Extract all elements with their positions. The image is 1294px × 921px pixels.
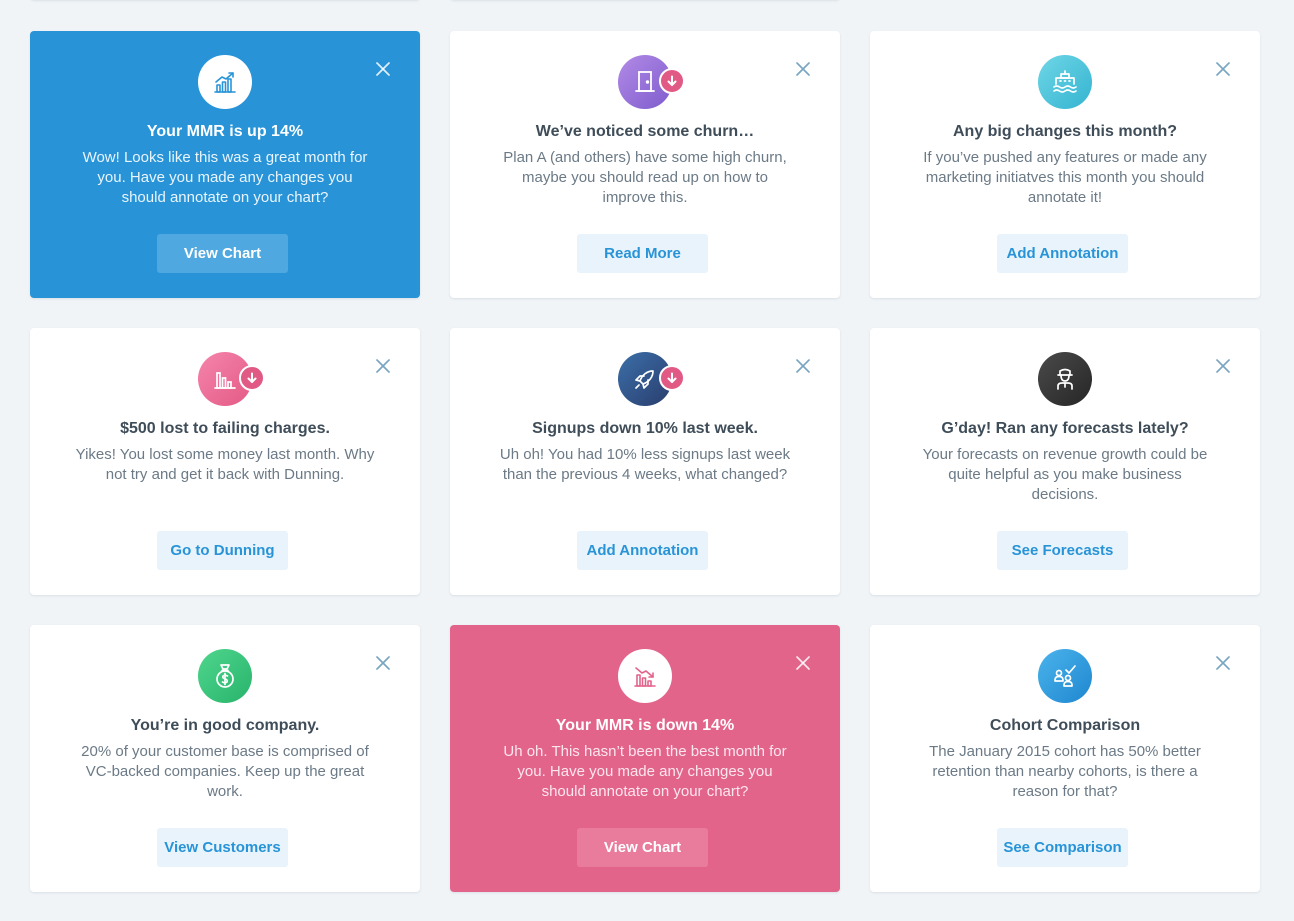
insight-card-forecasts: G’day! Ran any forecasts lately? Your fo… [870, 328, 1260, 595]
arrow-down-icon [659, 68, 685, 94]
card-description: Wow! Looks like this was a great month f… [82, 149, 368, 206]
card-title: Signups down 10% last week. [532, 420, 758, 437]
card-icon [1038, 352, 1092, 406]
view-chart-button[interactable]: View Chart [577, 828, 708, 867]
card-title: Cohort Comparison [989, 717, 1141, 734]
card-description: 20% of your customer base is comprised o… [81, 743, 369, 800]
insight-card-big-changes: Any big changes this month? If you’ve pu… [870, 31, 1260, 298]
card-icon [618, 352, 685, 406]
card-title: $500 lost to failing charges. [120, 420, 330, 437]
card-description: The January 2015 cohort has 50% better r… [929, 743, 1201, 800]
card-icon [198, 649, 252, 703]
card-title: G’day! Ran any forecasts lately? [941, 420, 1189, 437]
card-description: Your forecasts on revenue growth could b… [922, 446, 1208, 503]
arrow-down-icon [239, 365, 265, 391]
close-icon[interactable] [1215, 61, 1231, 77]
close-icon[interactable] [795, 655, 811, 671]
card-description: Uh oh! You had 10% less signups last wee… [499, 446, 791, 483]
card-icon [198, 352, 265, 406]
insight-card-churn: We’ve noticed some churn… Plan A (and ot… [450, 31, 840, 298]
card-title: You’re in good company. [130, 717, 320, 734]
card-title: Your MMR is up 14% [146, 123, 304, 140]
close-icon[interactable] [375, 358, 391, 374]
card-description: Uh oh. This hasn’t been the best month f… [503, 743, 787, 800]
card-title: Any big changes this month? [952, 123, 1177, 140]
card-description: If you’ve pushed any features or made an… [923, 149, 1207, 206]
chart-up-icon [198, 55, 252, 109]
card-title: Your MMR is down 14% [555, 717, 735, 734]
add-annotation-button[interactable]: Add Annotation [997, 234, 1128, 273]
go-to-dunning-button[interactable]: Go to Dunning [157, 531, 288, 570]
card-icon [1038, 649, 1092, 703]
close-icon[interactable] [1215, 655, 1231, 671]
insight-card-cohort-comparison: Cohort Comparison The January 2015 cohor… [870, 625, 1260, 892]
arrow-down-icon [659, 365, 685, 391]
card-title: We’ve noticed some churn… [535, 123, 755, 140]
see-forecasts-button[interactable]: See Forecasts [997, 531, 1128, 570]
close-icon[interactable] [795, 358, 811, 374]
card-icon [618, 55, 685, 109]
close-icon[interactable] [375, 61, 391, 77]
close-icon[interactable] [375, 655, 391, 671]
insight-card-signups-down: Signups down 10% last week. Uh oh! You h… [450, 328, 840, 595]
money-bag-icon [198, 649, 252, 703]
cohort-check-icon [1038, 649, 1092, 703]
card-icon [618, 649, 672, 703]
read-more-button[interactable]: Read More [577, 234, 708, 273]
view-customers-button[interactable]: View Customers [157, 828, 288, 867]
chart-down-icon [618, 649, 672, 703]
insight-card-good-company: You’re in good company. 20% of your cust… [30, 625, 420, 892]
card-icon [198, 55, 252, 109]
ship-icon [1038, 55, 1092, 109]
see-comparison-button[interactable]: See Comparison [997, 828, 1128, 867]
add-annotation-button[interactable]: Add Annotation [577, 531, 708, 570]
card-description: Yikes! You lost some money last month. W… [75, 446, 375, 483]
close-icon[interactable] [1215, 358, 1231, 374]
card-icon [1038, 55, 1092, 109]
forecaster-person-icon [1038, 352, 1092, 406]
insight-card-mmr-down: Your MMR is down 14% Uh oh. This hasn’t … [450, 625, 840, 892]
close-icon[interactable] [795, 61, 811, 77]
card-description: Plan A (and others) have some high churn… [503, 149, 787, 206]
insight-card-failing-charges: $500 lost to failing charges. Yikes! You… [30, 328, 420, 595]
insight-card-mmr-up: Your MMR is up 14% Wow! Looks like this … [30, 31, 420, 298]
view-chart-button[interactable]: View Chart [157, 234, 288, 273]
